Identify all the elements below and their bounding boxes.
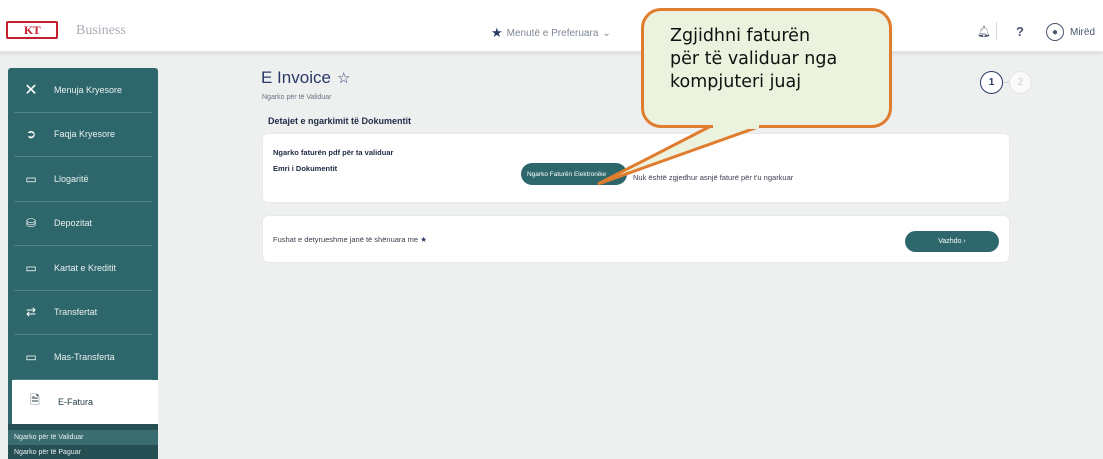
sidebar-item-label: Depozitat [54,218,93,229]
document-name-label: Emri i Dokumentit [273,164,338,173]
home-icon: ➲ [25,127,37,142]
callout-line-2: për të validuar nga [670,49,838,69]
logo-text: KT [6,21,58,39]
sidebar-item-label: Transfertat [54,307,98,318]
transfer-icon: ⇄ [25,305,37,320]
sidebar-menu-toggle[interactable]: ✕ Menuja Kryesore [14,68,152,113]
sidebar-item-home[interactable]: ➲ Faqja Kryesore [14,113,152,157]
star-icon: ★ [491,25,503,40]
step-2: 2 [1009,71,1032,94]
divider [996,22,997,40]
user-greeting: Mirëd [1070,26,1096,38]
e-invoice-submenu: Ngarko për të Validuar Ngarko për të Pag… [8,424,158,459]
required-note: Fushat e detyrueshme janë të shënuara me… [273,235,427,244]
no-file-text: Nuk është zgjedhur asnjë faturë për t'u … [633,173,794,182]
user-icon: ● [1046,23,1064,41]
brand-name: Business [76,23,126,38]
page-title: E Invoice ☆ [261,68,350,88]
sidebar-item-label: E-Fatura [58,396,94,407]
sidebar-item-mass-transfers[interactable]: ▭ Mas-Transferta [14,335,152,380]
sidebar-item-label: Llogaritë [54,173,89,184]
sidebar: ✕ Menuja Kryesore ➲ Faqja Kryesore ▭ Llo… [8,68,158,459]
stepper: 1 2 [980,71,1032,94]
step-1: 1 [980,71,1003,94]
upload-label: Ngarko faturën pdf për ta validuar [273,148,394,157]
section-title: Detajet e ngarkimit të Dokumentit [268,116,412,126]
sidebar-item-deposits[interactable]: ⛁ Depozitat [14,202,152,246]
callout-line-1: Zgjidhni faturën [670,26,811,46]
top-bar: KT Business ★ Menutë e Preferuara ⌄ 🔔︎ ?… [0,0,1103,52]
sidebar-item-transfers[interactable]: ⇄ Transfertat [14,291,152,335]
close-icon: ✕ [24,81,38,99]
instruction-callout: Zgjidhni faturën për të validuar nga kom… [641,8,892,128]
chevron-down-icon: ⌄ [602,27,611,39]
sidebar-item-credit-cards[interactable]: ▭ Kartat e Kreditit [14,246,152,291]
page-title-text: E Invoice [261,68,331,87]
user-menu[interactable]: ● Mirëd [1046,23,1095,41]
bank-logo[interactable]: KT [6,20,58,40]
sidebar-title: Menuja Kryesore [54,84,123,95]
help-button[interactable]: ? [1016,24,1024,39]
page-subtitle: Ngarko për të Validuar [262,94,332,101]
card-icon: ▭ [25,171,37,186]
favorites-label: Menutë e Preferuara [506,27,599,39]
favorites-menu[interactable]: ★ Menutë e Preferuara ⌄ [491,25,611,41]
submenu-upload-validate[interactable]: Ngarko për të Validuar [8,430,158,445]
sidebar-item-label: Mas-Transferta [54,351,115,362]
sidebar-item-accounts[interactable]: ▭ Llogaritë [14,157,152,202]
mass-transfer-icon: ▭ [25,349,37,364]
sidebar-item-e-invoice[interactable]: 🗎︎ E-Fatura [8,379,158,424]
required-text: Fushat e detyrueshme janë të shënuara me [273,235,419,244]
actions-card: Fushat e detyrueshme janë të shënuara me… [262,215,1010,263]
sidebar-item-label: Faqja Kryesore [54,129,116,140]
credit-card-icon: ▭ [25,260,37,275]
favorite-star-icon[interactable]: ☆ [337,69,350,87]
continue-button[interactable]: Vazhdo › [905,231,999,252]
sidebar-item-label: Kartat e Kreditit [54,262,117,273]
upload-invoice-button[interactable]: Ngarko Faturën Elektronike [521,163,627,185]
deposit-icon: ⛁ [25,216,37,231]
invoice-icon: 🗎︎ [30,393,40,408]
required-star-icon: ★ [420,235,427,244]
callout-line-3: kompjuteri juaj [670,72,802,92]
submenu-upload-pay[interactable]: Ngarko për të Paguar [8,445,158,459]
bell-icon[interactable]: 🔔︎ [977,25,991,38]
upload-card: Ngarko faturën pdf për ta validuar Emri … [262,133,1010,203]
